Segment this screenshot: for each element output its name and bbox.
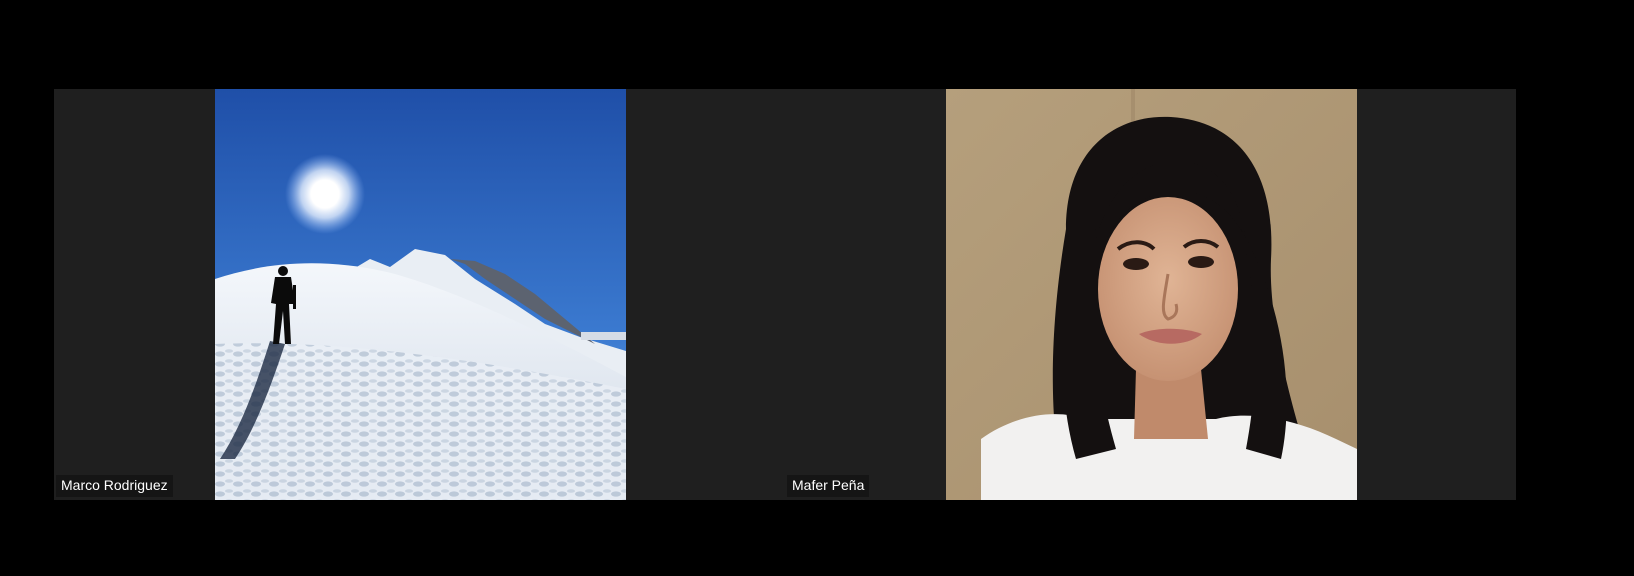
participant-video-mafer	[946, 89, 1357, 500]
participant-video-marco	[215, 89, 626, 500]
participant-tile-mafer[interactable]: Mafer Peña	[785, 89, 1516, 500]
participant-name-label: Marco Rodriguez	[56, 475, 173, 497]
person-portrait-image	[946, 89, 1357, 500]
participant-name-label: Mafer Peña	[787, 475, 870, 497]
meeting-gallery-view: Marco Rodriguez Mafer Peña	[0, 0, 1634, 576]
participant-tile-marco[interactable]: Marco Rodriguez	[54, 89, 785, 500]
mountain-snow-image	[215, 89, 626, 500]
